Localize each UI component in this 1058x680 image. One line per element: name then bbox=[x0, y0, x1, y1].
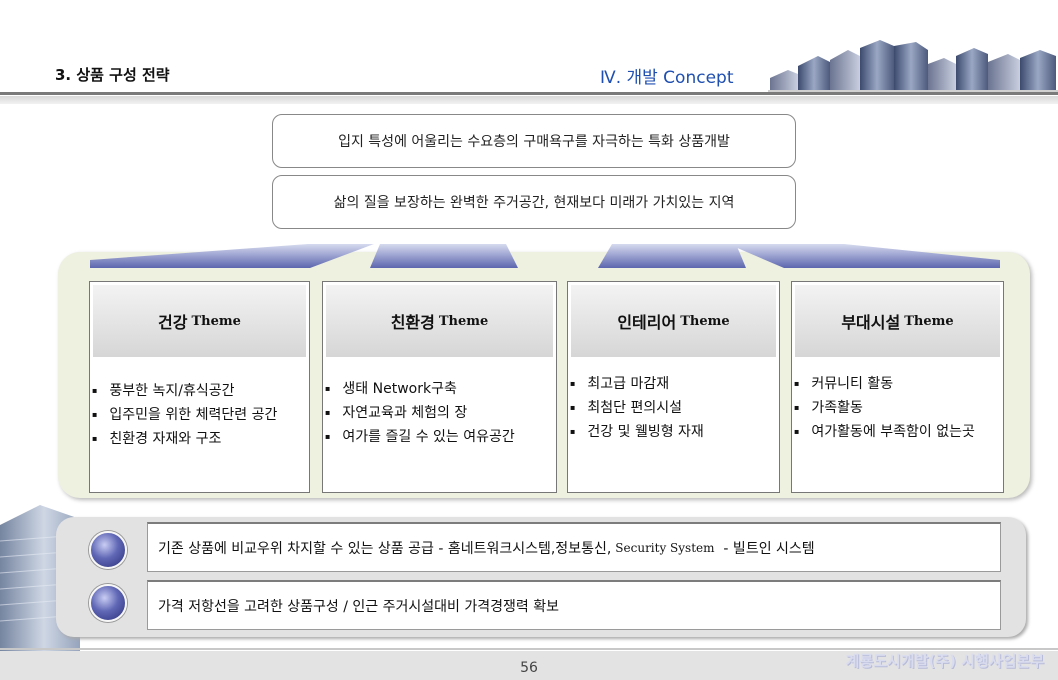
list-item: 건강 및 웰빙형 자재 bbox=[570, 420, 777, 444]
strategy-text: 기존 상품에 비교우위 차지할 수 있는 상품 공급 - 홈네트워크시스템,정보… bbox=[158, 540, 612, 557]
theme-item-list: 생태 Network구축 자연교육과 체험의 장 여가를 즐길 수 있는 여유공… bbox=[325, 377, 554, 449]
theme-card-eco: 친환경 Theme 생태 Network구축 자연교육과 체험의 장 여가를 즐… bbox=[322, 281, 557, 493]
theme-card-header: 친환경 Theme bbox=[326, 285, 553, 357]
list-item: 친환경 자재와 구조 bbox=[92, 427, 307, 451]
arrow-right-outer bbox=[728, 244, 1000, 268]
theme-title-en: Theme bbox=[191, 313, 241, 329]
strategy-row-2: 가격 저항선을 고려한 상품구성 / 인근 주거시설대비 가격경쟁력 확보 bbox=[147, 580, 1001, 630]
list-item: 여가활동에 부족함이 없는곳 bbox=[794, 420, 1001, 444]
section-title: 3. 상품 구성 전략 bbox=[55, 66, 170, 84]
theme-card-interior: 인테리어 Theme 최고급 마감재 최첨단 편의시설 건강 및 웰빙형 자재 bbox=[567, 281, 780, 493]
theme-title-en: Theme bbox=[680, 313, 730, 329]
arrow-left-outer bbox=[90, 244, 374, 268]
theme-title: 친환경 bbox=[390, 313, 435, 332]
theme-card-header: 인테리어 Theme bbox=[571, 285, 776, 357]
theme-item-list: 커뮤니티 활동 가족활동 여가활동에 부족함이 없는곳 bbox=[794, 372, 1001, 444]
strategy-text: 가격 저항선을 고려한 상품구성 / 인근 주거시설대비 가격경쟁력 확보 bbox=[158, 598, 559, 615]
theme-title: 인테리어 bbox=[617, 313, 677, 332]
list-item: 최고급 마감재 bbox=[570, 372, 777, 396]
theme-card-amenities: 부대시설 Theme 커뮤니티 활동 가족활동 여가활동에 부족함이 없는곳 bbox=[791, 281, 1004, 493]
chapter-title: Ⅳ. 개발 Concept bbox=[600, 68, 734, 88]
theme-title-en: Theme bbox=[438, 313, 489, 329]
strategy-text-tail: - 빌트인 시스템 bbox=[714, 540, 815, 557]
list-item: 자연교육과 체험의 장 bbox=[325, 401, 554, 425]
theme-card-health: 건강 Theme 풍부한 녹지/휴식공간 입주민을 위한 체력단련 공간 친환경… bbox=[89, 281, 310, 493]
theme-title-en: Theme bbox=[904, 313, 954, 329]
strategy-text-en: Security System bbox=[615, 540, 715, 555]
header-divider bbox=[0, 92, 1058, 95]
list-item: 풍부한 녹지/휴식공간 bbox=[92, 379, 307, 403]
orb-bullet-icon bbox=[89, 531, 127, 569]
theme-item-list: 최고급 마감재 최첨단 편의시설 건강 및 웰빙형 자재 bbox=[570, 372, 777, 444]
list-item: 최첨단 편의시설 bbox=[570, 396, 777, 420]
list-item: 입주민을 위한 체력단련 공간 bbox=[92, 403, 307, 427]
list-item: 가족활동 bbox=[794, 396, 1001, 420]
city-skyline-image bbox=[768, 40, 1058, 94]
header-band bbox=[0, 96, 1058, 104]
theme-card-header: 건강 Theme bbox=[93, 285, 306, 357]
list-item: 생태 Network구축 bbox=[325, 377, 554, 401]
orb-bullet-icon bbox=[89, 584, 127, 622]
statement-box-2: 삶의 질을 보장하는 완벽한 주거공간, 현재보다 미래가 가치있는 지역 bbox=[272, 175, 796, 229]
theme-title: 건강 bbox=[158, 313, 188, 332]
company-name: 계룡도시개발(주) 시행사업본부 bbox=[845, 652, 1044, 670]
arrow-left-inner bbox=[370, 244, 518, 268]
theme-title: 부대시설 bbox=[841, 313, 901, 332]
theme-card-header: 부대시설 Theme bbox=[795, 285, 1000, 357]
strategy-row-1: 기존 상품에 비교우위 차지할 수 있는 상품 공급 - 홈네트워크시스템,정보… bbox=[147, 522, 1001, 572]
theme-item-list: 풍부한 녹지/휴식공간 입주민을 위한 체력단련 공간 친환경 자재와 구조 bbox=[92, 379, 307, 451]
statement-box-1: 입지 특성에 어울리는 수요층의 구매욕구를 자극하는 특화 상품개발 bbox=[272, 114, 796, 168]
list-item: 커뮤니티 활동 bbox=[794, 372, 1001, 396]
list-item: 여가를 즐길 수 있는 여유공간 bbox=[325, 425, 554, 449]
